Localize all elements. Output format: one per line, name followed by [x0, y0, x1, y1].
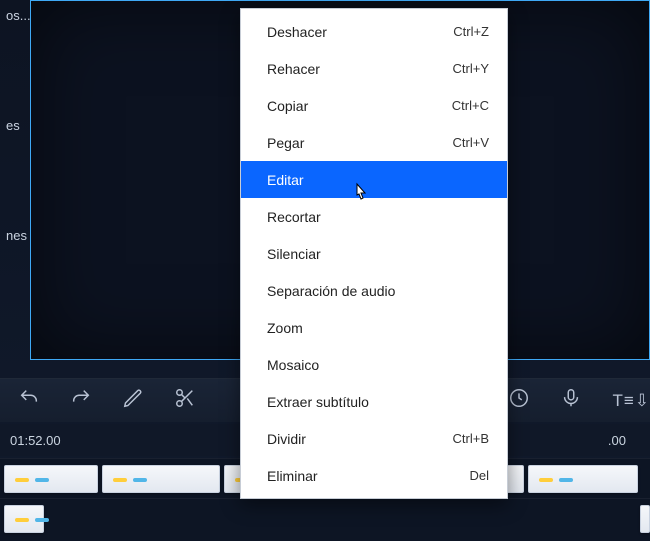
menu-item-label: Mosaico: [267, 357, 319, 373]
menu-item-extraer-subt-tulo[interactable]: Extraer subtítulo: [241, 383, 507, 420]
clock-icon[interactable]: [508, 387, 530, 414]
menu-item-deshacer[interactable]: Deshacer Ctrl+Z: [241, 13, 507, 50]
text-to-speech-icon[interactable]: T≡⇩: [612, 391, 650, 411]
menu-item-mosaico[interactable]: Mosaico: [241, 346, 507, 383]
menu-item-label: Recortar: [267, 209, 321, 225]
sidebar-fragment: es: [6, 118, 20, 133]
menu-item-shortcut: Ctrl+Z: [453, 24, 489, 39]
menu-item-copiar[interactable]: Copiar Ctrl+C: [241, 87, 507, 124]
menu-item-shortcut: Ctrl+V: [453, 135, 489, 150]
timecode-left: 01:52.00: [10, 433, 61, 448]
track-row[interactable]: [0, 498, 650, 538]
timeline-clip[interactable]: [4, 465, 98, 493]
menu-item-rehacer[interactable]: Rehacer Ctrl+Y: [241, 50, 507, 87]
menu-item-label: Silenciar: [267, 246, 321, 262]
menu-item-zoom[interactable]: Zoom: [241, 309, 507, 346]
timeline-clip[interactable]: [640, 505, 650, 533]
menu-item-dividir[interactable]: Dividir Ctrl+B: [241, 420, 507, 457]
menu-item-eliminar[interactable]: Eliminar Del: [241, 457, 507, 494]
menu-item-silenciar[interactable]: Silenciar: [241, 235, 507, 272]
menu-item-separaci-n-de-audio[interactable]: Separación de audio: [241, 272, 507, 309]
timeline-clip[interactable]: [4, 505, 44, 533]
mic-icon[interactable]: [560, 387, 582, 414]
timeline-clip[interactable]: [102, 465, 220, 493]
menu-item-label: Copiar: [267, 98, 308, 114]
sidebar-fragment: nes: [6, 228, 27, 243]
menu-item-shortcut: Ctrl+C: [452, 98, 489, 113]
menu-item-label: Rehacer: [267, 61, 320, 77]
menu-item-label: Pegar: [267, 135, 304, 151]
menu-item-recortar[interactable]: Recortar: [241, 198, 507, 235]
menu-item-shortcut: Ctrl+Y: [453, 61, 489, 76]
timeline-clip[interactable]: [528, 465, 638, 493]
menu-item-editar[interactable]: Editar: [241, 161, 507, 198]
redo-icon[interactable]: [70, 387, 92, 414]
menu-item-pegar[interactable]: Pegar Ctrl+V: [241, 124, 507, 161]
menu-item-label: Eliminar: [267, 468, 318, 484]
menu-item-label: Editar: [267, 172, 304, 188]
menu-item-label: Dividir: [267, 431, 306, 447]
menu-item-label: Deshacer: [267, 24, 327, 40]
menu-item-label: Separación de audio: [267, 283, 395, 299]
menu-item-shortcut: Del: [469, 468, 489, 483]
menu-item-label: Zoom: [267, 320, 303, 336]
context-menu: Deshacer Ctrl+Z Rehacer Ctrl+Y Copiar Ctrl+C P…: [240, 8, 508, 499]
timecode-right: .00: [608, 433, 626, 448]
pencil-icon[interactable]: [122, 387, 144, 414]
menu-item-shortcut: Ctrl+B: [453, 431, 489, 446]
sidebar-fragment: os...: [6, 8, 31, 23]
scissors-icon[interactable]: [174, 387, 196, 414]
undo-icon[interactable]: [18, 387, 40, 414]
menu-item-label: Extraer subtítulo: [267, 394, 369, 410]
